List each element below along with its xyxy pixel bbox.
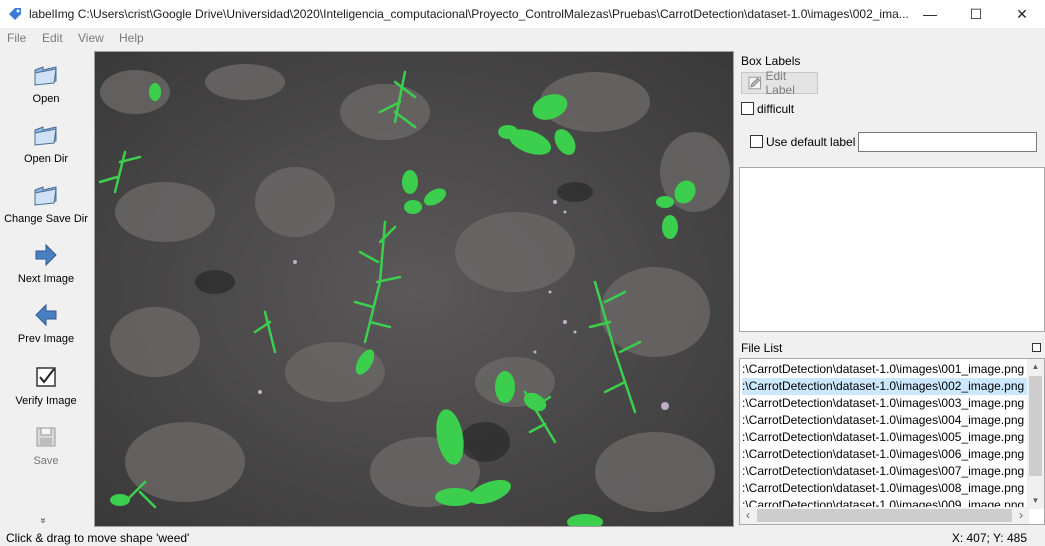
menu-bar: File Edit View Help: [0, 28, 1045, 49]
menu-view[interactable]: View: [78, 31, 104, 45]
title-bar: labelImg C:\Users\crist\Google Drive\Uni…: [0, 0, 1045, 28]
maximize-icon: ☐: [969, 5, 983, 22]
menu-edit[interactable]: Edit: [42, 31, 63, 45]
scroll-left-icon[interactable]: ‹: [740, 507, 756, 524]
difficult-checkbox[interactable]: [741, 102, 754, 115]
image-canvas[interactable]: [94, 51, 734, 527]
file-list-item[interactable]: :\CarrotDetection\dataset-1.0\images\007…: [742, 463, 1028, 480]
next-image-button[interactable]: Next Image: [0, 241, 92, 285]
minimize-button[interactable]: —: [907, 0, 953, 28]
left-toolbar: Open Open Dir Change Save Dir Next Image…: [0, 49, 92, 529]
vertical-scroll-thumb[interactable]: [1029, 376, 1042, 476]
horizontal-scroll-thumb[interactable]: [757, 509, 1012, 522]
menu-help[interactable]: Help: [119, 31, 144, 45]
save-label: Save: [33, 455, 59, 467]
edit-pencil-icon: [748, 76, 762, 90]
scroll-up-icon[interactable]: ▲: [1027, 359, 1044, 375]
difficult-label: difficult: [757, 102, 795, 116]
prev-image-button[interactable]: Prev Image: [0, 301, 92, 345]
file-list-item-selected[interactable]: :\CarrotDetection\dataset-1.0\images\002…: [742, 378, 1028, 395]
labelimg-app-icon: [9, 8, 21, 20]
arrow-right-icon: [35, 243, 57, 267]
file-list-header: File List: [741, 341, 783, 355]
verify-image-button[interactable]: Verify Image: [0, 363, 92, 407]
folder-open-icon: [34, 66, 57, 86]
open-label: Open: [32, 93, 60, 105]
scroll-right-icon[interactable]: ›: [1013, 507, 1029, 524]
undock-icon[interactable]: [1032, 343, 1041, 352]
change-save-dir-label: Change Save Dir: [4, 213, 88, 225]
scroll-down-icon[interactable]: ▼: [1027, 493, 1044, 509]
default-label-input[interactable]: [858, 132, 1037, 152]
close-button[interactable]: ✕: [999, 0, 1045, 28]
file-list-horizontal-scrollbar[interactable]: ‹ ›: [740, 507, 1029, 524]
save-button[interactable]: Save: [0, 423, 92, 467]
change-save-dir-button[interactable]: Change Save Dir: [0, 181, 92, 225]
file-list[interactable]: :\CarrotDetection\dataset-1.0\images\001…: [739, 358, 1045, 525]
cursor-coordinates: X: 407; Y: 485: [951, 531, 1027, 545]
maximize-button[interactable]: ☐: [953, 0, 999, 28]
verify-image-label: Verify Image: [15, 395, 77, 407]
next-image-label: Next Image: [17, 273, 75, 285]
folder-open-icon: [34, 126, 57, 146]
use-default-label-checkbox[interactable]: [750, 135, 763, 148]
toolbar-overflow-icon[interactable]: »: [37, 518, 48, 524]
floppy-disk-icon: [36, 427, 56, 447]
file-list-item[interactable]: :\CarrotDetection\dataset-1.0\images\006…: [742, 446, 1028, 463]
edit-label-text: Edit Label: [765, 69, 795, 97]
open-dir-label: Open Dir: [23, 153, 69, 165]
close-icon: ✕: [1016, 5, 1028, 22]
box-labels-header: Box Labels: [741, 54, 801, 68]
file-list-item[interactable]: :\CarrotDetection\dataset-1.0\images\008…: [742, 480, 1028, 497]
folder-open-icon: [34, 186, 57, 206]
arrow-left-icon: [35, 303, 57, 327]
file-list-item[interactable]: :\CarrotDetection\dataset-1.0\images\003…: [742, 395, 1028, 412]
open-button[interactable]: Open: [0, 61, 92, 105]
soil-plant-image: [95, 52, 733, 526]
edit-label-button[interactable]: Edit Label: [741, 69, 818, 97]
file-list-item[interactable]: :\CarrotDetection\dataset-1.0\images\004…: [742, 412, 1028, 429]
file-list-item[interactable]: :\CarrotDetection\dataset-1.0\images\005…: [742, 429, 1028, 446]
box-labels-list[interactable]: [739, 167, 1045, 332]
minimize-icon: —: [923, 6, 937, 22]
checkbox-check-icon: [36, 367, 56, 387]
prev-image-label: Prev Image: [17, 333, 75, 345]
status-message: Click & drag to move shape 'weed': [6, 531, 190, 545]
window-title: labelImg C:\Users\crist\Google Drive\Uni…: [29, 7, 909, 21]
use-default-label-label: Use default label: [766, 135, 856, 149]
file-list-item[interactable]: :\CarrotDetection\dataset-1.0\images\001…: [742, 361, 1028, 378]
open-dir-button[interactable]: Open Dir: [0, 121, 92, 165]
file-list-vertical-scrollbar[interactable]: ▲ ▼: [1027, 359, 1044, 509]
status-bar: Click & drag to move shape 'weed' X: 407…: [0, 529, 1045, 546]
menu-file[interactable]: File: [7, 31, 26, 45]
